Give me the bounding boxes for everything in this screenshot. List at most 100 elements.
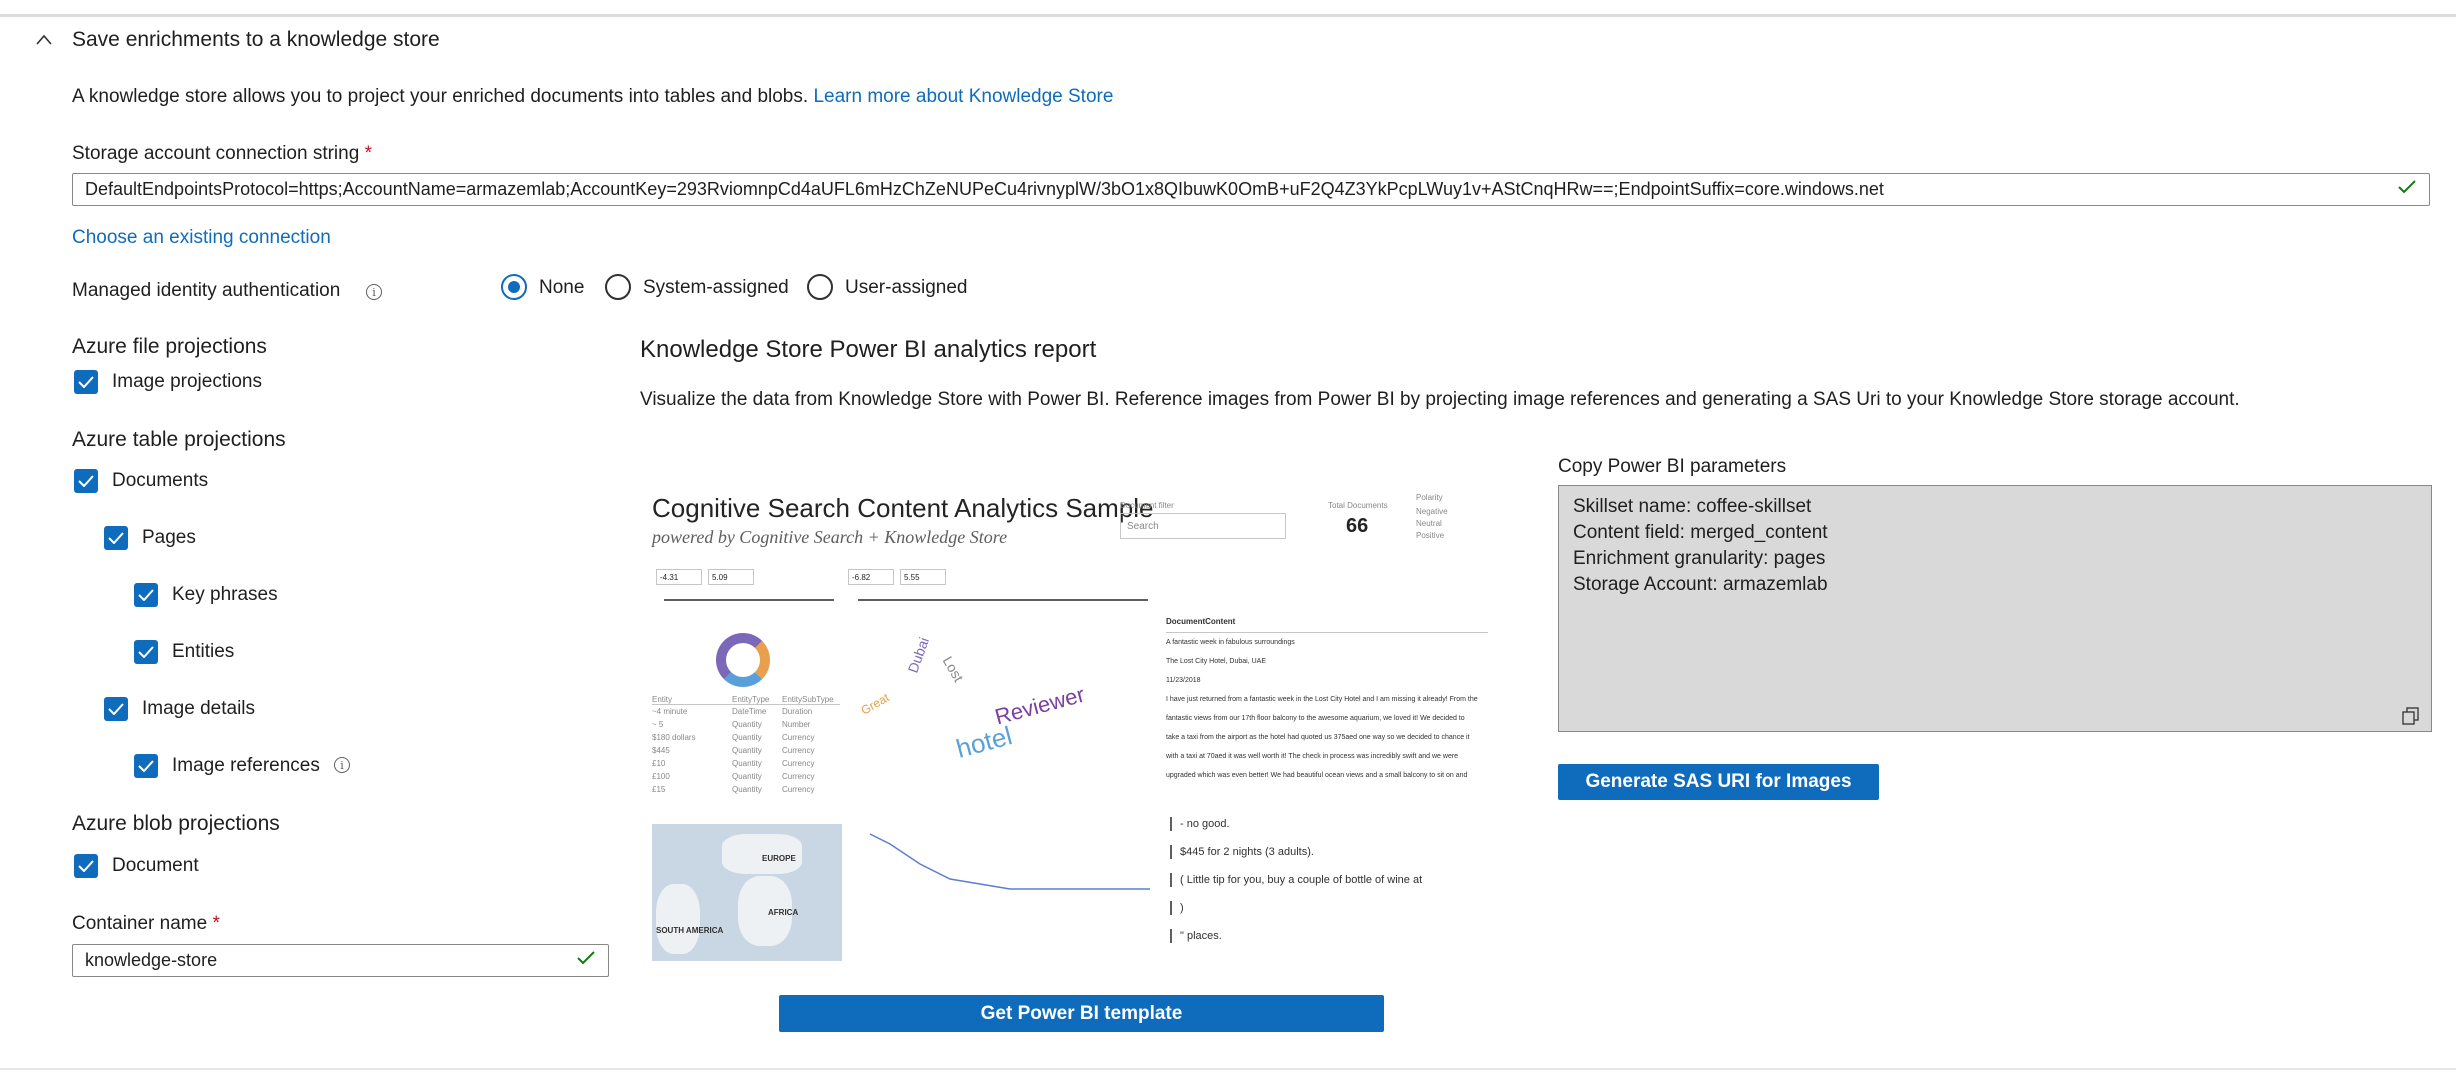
chevron-up-icon[interactable]: [34, 30, 54, 50]
choose-connection-link[interactable]: Choose an existing connection: [72, 227, 331, 249]
documents-label[interactable]: Documents: [112, 470, 208, 492]
content-segments-list: - no good. $445 for 2 nights (3 adults). (…: [1166, 817, 1486, 957]
preview-title: Cognitive Search Content Analytics Sampl…: [652, 493, 1154, 523]
entity-table-cell: ~4 minute: [652, 707, 688, 716]
keyphrase-wordcloud: Dubai Lost hotel Reviewer Great: [840, 635, 1090, 797]
cloud-word: Reviewer: [992, 681, 1088, 730]
entity-table-cell: £10: [652, 759, 666, 768]
top-divider: [0, 14, 2456, 17]
parameter-line: Skillset name: coffee-skillset: [1573, 496, 1812, 517]
required-mark: *: [364, 143, 372, 164]
key-phrases-checkbox[interactable]: [134, 583, 158, 607]
blob-projections-title: Azure blob projections: [72, 812, 280, 835]
preview-search-box: Search: [1120, 513, 1286, 539]
entity-table-cell: Quantity: [732, 772, 762, 781]
entity-table-cell: Quantity: [732, 746, 762, 755]
checkmark-icon: [138, 589, 154, 601]
checkmark-icon: [108, 703, 124, 715]
pages-checkbox[interactable]: [104, 526, 128, 550]
entity-table-row: $445 Quantity Currency: [652, 744, 840, 757]
entities-label[interactable]: Entities: [172, 641, 234, 663]
radio-none[interactable]: [501, 274, 527, 300]
image-references-checkbox[interactable]: [134, 754, 158, 778]
keyphrase-range-min: -6.82: [848, 569, 894, 585]
segment-line: ): [1170, 901, 1486, 915]
identity-label: Managed identity authentication: [72, 280, 341, 301]
container-name-value: knowledge-store: [85, 950, 218, 970]
radio-system-assigned[interactable]: [605, 274, 631, 300]
cloud-word: Dubai: [904, 635, 933, 675]
get-powerbi-template-button[interactable]: Get Power BI template: [779, 995, 1384, 1032]
container-label-text: Container name: [72, 913, 208, 934]
parameter-line: Storage Account: armazemlab: [1573, 574, 1828, 595]
document-blob-label[interactable]: Document: [112, 855, 199, 877]
parameters-label: Copy Power BI parameters: [1558, 456, 1787, 477]
preview-subtitle: powered by Cognitive Search + Knowledge …: [652, 527, 1008, 547]
radio-none-label[interactable]: None: [539, 277, 584, 299]
info-icon[interactable]: i: [366, 284, 382, 300]
entity-table-cell: DateTime: [732, 707, 767, 716]
polarity-positive: Positive: [1416, 531, 1445, 540]
checkmark-icon: [78, 475, 94, 487]
container-name-input[interactable]: knowledge-store: [72, 944, 609, 977]
segment-line: ( Little tip for you, buy a couple of bo…: [1170, 873, 1486, 887]
valid-check-icon: [576, 950, 596, 971]
report-description: Visualize the data from Knowledge Store …: [640, 389, 2240, 410]
image-details-label[interactable]: Image details: [142, 698, 255, 720]
entity-table-cell: Quantity: [732, 720, 762, 729]
entity-table-row: £10 Quantity Currency: [652, 757, 840, 770]
entity-table-cell: Currency: [782, 746, 815, 755]
valid-check-icon: [2397, 179, 2417, 200]
entity-table-cell: Quantity: [732, 733, 762, 742]
entity-table-row: ~4 minute DateTime Duration: [652, 705, 840, 718]
section-title[interactable]: Save enrichments to a knowledge store: [72, 28, 440, 52]
radio-user-assigned-label[interactable]: User-assigned: [845, 277, 968, 299]
parameter-line: Enrichment granularity: pages: [1573, 548, 1826, 569]
entity-table-cell: Quantity: [732, 759, 762, 768]
radio-system-assigned-label[interactable]: System-assigned: [643, 277, 789, 299]
entity-donut-chart: [716, 633, 770, 687]
entity-table-cell: Duration: [782, 707, 813, 716]
entities-checkbox[interactable]: [134, 640, 158, 664]
keyphrase-slider: [858, 599, 1148, 601]
file-projections-title: Azure file projections: [72, 335, 267, 358]
parameters-textarea[interactable]: Skillset name: coffee-skillset Content fi…: [1558, 485, 2432, 732]
bottom-divider: [0, 1068, 2456, 1070]
document-line: The Lost City Hotel, Dubai, UAE: [1166, 658, 1266, 665]
storage-label: Storage account connection string *: [72, 143, 372, 165]
polarity-neutral: Neutral: [1416, 519, 1442, 528]
segments-line-chart: [850, 824, 1160, 961]
total-documents-value: 66: [1346, 515, 1369, 537]
polarity-negative: Negative: [1416, 507, 1448, 516]
entity-range-max: 5.09: [708, 569, 754, 585]
info-icon[interactable]: i: [334, 757, 350, 773]
map-label: EUROPE: [762, 854, 796, 863]
checkmark-icon: [108, 532, 124, 544]
pages-label[interactable]: Pages: [142, 527, 196, 549]
image-projections-label[interactable]: Image projections: [112, 371, 262, 393]
copy-icon[interactable]: [2402, 707, 2420, 725]
document-line: take a taxi from the airport as the hote…: [1166, 734, 1470, 741]
map-label: SOUTH AMERICA: [656, 926, 724, 935]
keyphrase-range-max: 5.55: [900, 569, 946, 585]
cloud-word: Lost: [939, 653, 967, 685]
generate-sas-uri-button[interactable]: Generate SAS URI for Images: [1558, 764, 1879, 800]
image-projections-checkbox[interactable]: [74, 370, 98, 394]
document-blob-checkbox[interactable]: [74, 854, 98, 878]
document-filter-caption: Document filter: [1120, 501, 1174, 510]
entity-range-min: -4.31: [656, 569, 702, 585]
powerbi-report-preview: Cognitive Search Content Analytics Sampl…: [650, 487, 1498, 963]
document-content-caption: DocumentContent: [1166, 617, 1236, 626]
learn-more-link[interactable]: Learn more about Knowledge Store: [813, 86, 1113, 107]
entity-table-cell: $445: [652, 746, 670, 755]
document-content-viewer: A fantastic week in fabulous surrounding…: [1166, 632, 1488, 801]
radio-user-assigned[interactable]: [807, 274, 833, 300]
documents-checkbox[interactable]: [74, 469, 98, 493]
checkmark-icon: [78, 376, 94, 388]
connection-string-input[interactable]: DefaultEndpointsProtocol=https;AccountNa…: [72, 173, 2430, 206]
checkmark-icon: [138, 646, 154, 658]
key-phrases-label[interactable]: Key phrases: [172, 584, 278, 606]
image-references-label[interactable]: Image references: [172, 755, 320, 777]
image-details-checkbox[interactable]: [104, 697, 128, 721]
segment-line: $445 for 2 nights (3 adults).: [1170, 845, 1486, 859]
